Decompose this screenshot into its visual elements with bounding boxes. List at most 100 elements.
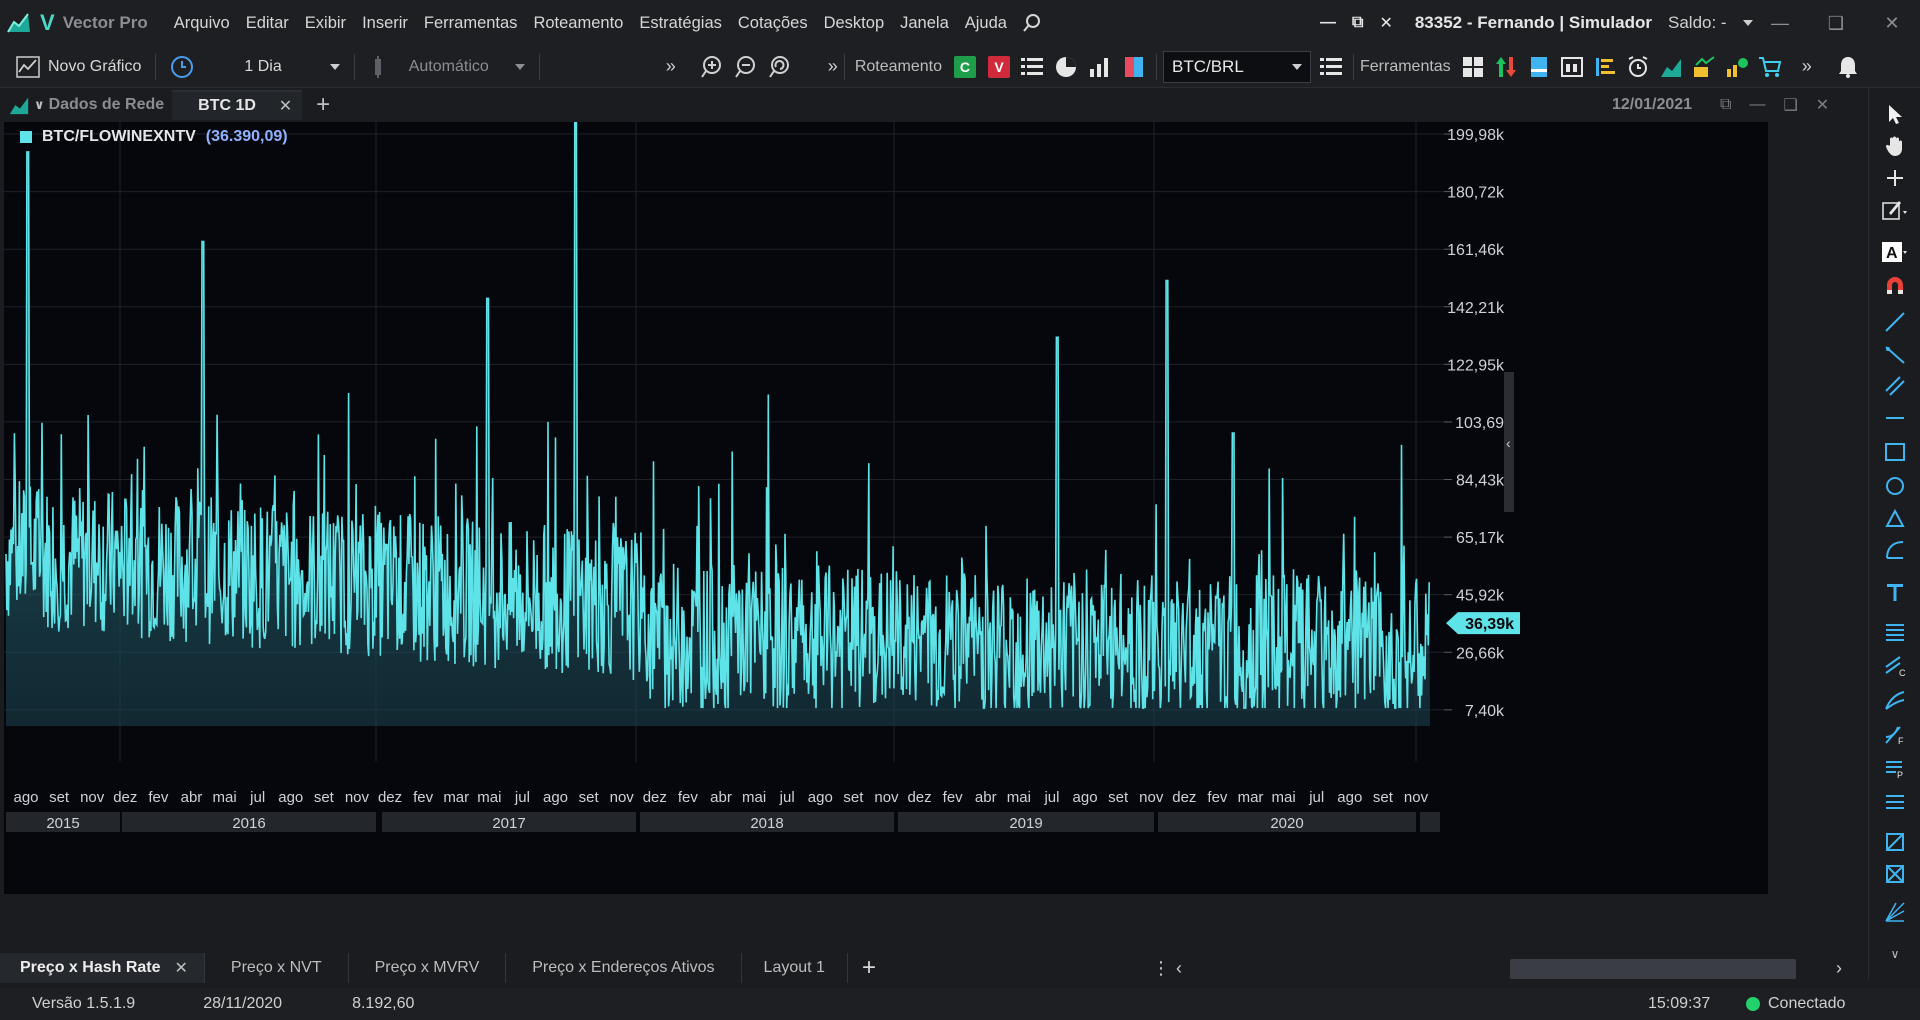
zoom-out-icon[interactable] bbox=[734, 55, 758, 79]
more-options-icon[interactable]: ⋮ bbox=[1152, 958, 1170, 979]
arc-icon[interactable] bbox=[1881, 536, 1909, 564]
layout-tab-mvrv[interactable]: Preço x MVRV bbox=[349, 953, 507, 983]
zoom-reset-icon[interactable] bbox=[768, 55, 792, 79]
window-minimize-icon[interactable]: — bbox=[1752, 13, 1808, 34]
book-icon[interactable] bbox=[1122, 55, 1146, 79]
gann-fan-icon[interactable] bbox=[1881, 898, 1909, 926]
hand-pan-icon[interactable] bbox=[1881, 132, 1909, 160]
mode-select[interactable]: Automático bbox=[361, 50, 533, 84]
shopping-cart-icon[interactable] bbox=[1758, 55, 1782, 79]
text-tool-icon[interactable] bbox=[1881, 578, 1909, 606]
layout-tab-label: Layout 1 bbox=[763, 959, 825, 976]
network-data-tab[interactable]: ∨ Dados de Rede bbox=[0, 94, 172, 116]
close-icon[interactable]: ✕ bbox=[175, 958, 188, 978]
gann-square-icon[interactable] bbox=[1881, 860, 1909, 888]
pie-chart-icon[interactable] bbox=[1054, 55, 1078, 79]
menu-ajuda[interactable]: Ajuda bbox=[957, 14, 1015, 33]
layout-tab-nvt[interactable]: Preço x NVT bbox=[205, 953, 349, 983]
menu-arquivo[interactable]: Arquivo bbox=[166, 14, 238, 33]
pitchfork-icon[interactable]: P bbox=[1881, 754, 1909, 782]
menu-ferramentas[interactable]: Ferramentas bbox=[416, 14, 526, 33]
x-month-label: abr bbox=[710, 789, 732, 806]
ray-line-icon[interactable] bbox=[1881, 340, 1909, 368]
menu-roteamento[interactable]: Roteamento bbox=[525, 14, 631, 33]
toolbar-overflow-icon[interactable]: » bbox=[666, 56, 676, 77]
up-down-arrows-icon[interactable] bbox=[1494, 55, 1518, 79]
magnet-icon[interactable] bbox=[1881, 272, 1909, 300]
search-icon[interactable] bbox=[1021, 12, 1043, 34]
layout-tab-layout-1[interactable]: Layout 1 bbox=[742, 953, 848, 983]
symbol-select[interactable]: BTC/BRL bbox=[1162, 50, 1311, 83]
add-layout-icon[interactable]: + bbox=[862, 954, 876, 982]
collapse-arrow-icon[interactable]: ‹ bbox=[1506, 435, 1511, 451]
buy-badge[interactable]: C bbox=[953, 55, 976, 78]
list-icon[interactable] bbox=[1020, 55, 1044, 79]
minimize-panel-icon[interactable]: — bbox=[1320, 14, 1336, 32]
fibonacci-retracement-icon[interactable] bbox=[1881, 618, 1909, 646]
layout-scrollbar[interactable] bbox=[1510, 959, 1796, 979]
ellipse-icon[interactable] bbox=[1881, 472, 1909, 500]
window-maximize-icon[interactable]: ❑ bbox=[1808, 13, 1864, 34]
horizontal-line-icon[interactable] bbox=[1881, 404, 1909, 432]
gann-box-icon[interactable] bbox=[1881, 828, 1909, 856]
new-chart-button[interactable]: Novo Gráfico bbox=[8, 50, 149, 84]
tab-btc-1d[interactable]: BTC 1D ✕ bbox=[172, 90, 303, 120]
close-chart-icon[interactable]: ✕ bbox=[1816, 95, 1829, 115]
detach-icon[interactable]: ⧉ bbox=[1720, 96, 1731, 114]
zoom-in-icon[interactable] bbox=[700, 55, 724, 79]
parallel-lines-icon[interactable] bbox=[1881, 788, 1909, 816]
bell-icon[interactable] bbox=[1836, 55, 1860, 79]
close-panel-icon[interactable]: ✕ bbox=[1379, 13, 1392, 33]
cursor-arrow-icon[interactable] bbox=[1881, 100, 1909, 128]
menu-inserir[interactable]: Inserir bbox=[354, 14, 416, 33]
trend-line-icon[interactable] bbox=[1881, 308, 1909, 336]
chevron-down-icon[interactable]: ∨ bbox=[34, 97, 45, 113]
triangle-icon[interactable] bbox=[1881, 504, 1909, 532]
dollar-chart-icon[interactable] bbox=[1725, 55, 1749, 79]
x-year-label: 2020 bbox=[1270, 815, 1303, 832]
rectangle-icon[interactable] bbox=[1881, 438, 1909, 466]
area-chart-icon[interactable] bbox=[1659, 55, 1683, 79]
edit-drawing-icon[interactable] bbox=[1881, 196, 1909, 224]
menu-estrategias[interactable]: Estratégias bbox=[631, 14, 730, 33]
toolbar-overflow-icon[interactable]: » bbox=[1802, 56, 1812, 77]
bar-chart-icon[interactable] bbox=[1088, 55, 1112, 79]
layout-tab-hash-rate[interactable]: Preço x Hash Rate ✕ bbox=[0, 953, 205, 983]
interval-select[interactable]: 1 Dia bbox=[162, 50, 347, 84]
menu-editar[interactable]: Editar bbox=[238, 14, 297, 33]
menu-cotacoes[interactable]: Cotações bbox=[730, 14, 816, 33]
symbol-list-icon[interactable] bbox=[1319, 55, 1343, 79]
book-levels-icon[interactable] bbox=[1593, 55, 1617, 79]
menu-janela[interactable]: Janela bbox=[892, 14, 957, 33]
text-box-icon[interactable]: A bbox=[1881, 238, 1909, 266]
scroll-left-icon[interactable]: ‹ bbox=[1176, 958, 1182, 979]
window-close-icon[interactable]: ✕ bbox=[1864, 13, 1920, 34]
legend-swatch bbox=[20, 131, 32, 143]
x-month-label: fev bbox=[148, 789, 169, 806]
menu-exibir[interactable]: Exibir bbox=[297, 14, 354, 33]
toolbar-divider bbox=[155, 53, 157, 80]
scroll-right-icon[interactable]: › bbox=[1836, 958, 1842, 979]
bookmark-icon[interactable] bbox=[1527, 55, 1551, 79]
crosshair-icon[interactable] bbox=[1881, 164, 1909, 192]
layout-tab-active-addresses[interactable]: Preço x Endereços Ativos bbox=[506, 953, 742, 983]
fibonacci-fan-icon[interactable] bbox=[1881, 686, 1909, 714]
add-tab-icon[interactable]: + bbox=[316, 91, 330, 119]
grid-icon[interactable] bbox=[1461, 55, 1485, 79]
chevron-down-icon[interactable]: ∨ bbox=[1881, 940, 1909, 968]
restore-panel-icon[interactable]: ⧉ bbox=[1352, 14, 1363, 32]
money-chart-icon[interactable] bbox=[1692, 55, 1716, 79]
ticker-window-icon[interactable] bbox=[1560, 55, 1584, 79]
sell-badge[interactable]: V bbox=[987, 55, 1010, 78]
maximize-chart-icon[interactable]: ❑ bbox=[1783, 95, 1797, 115]
chart-area[interactable]: BTC/FLOWINEXNTV (36.390,09) 199,98k 180,7… bbox=[4, 122, 1768, 894]
fibonacci-arc-icon[interactable]: F bbox=[1881, 720, 1909, 748]
alarm-clock-icon[interactable] bbox=[1626, 55, 1650, 79]
version-label: Versão 1.5.1.9 bbox=[32, 995, 136, 1012]
fibonacci-channel-icon[interactable]: C bbox=[1881, 652, 1909, 680]
close-icon[interactable]: ✕ bbox=[279, 96, 292, 116]
minimize-chart-icon[interactable]: — bbox=[1749, 96, 1765, 114]
toolbar-overflow-icon[interactable]: » bbox=[828, 56, 838, 77]
menu-desktop[interactable]: Desktop bbox=[816, 14, 893, 33]
channel-icon[interactable] bbox=[1881, 372, 1909, 400]
